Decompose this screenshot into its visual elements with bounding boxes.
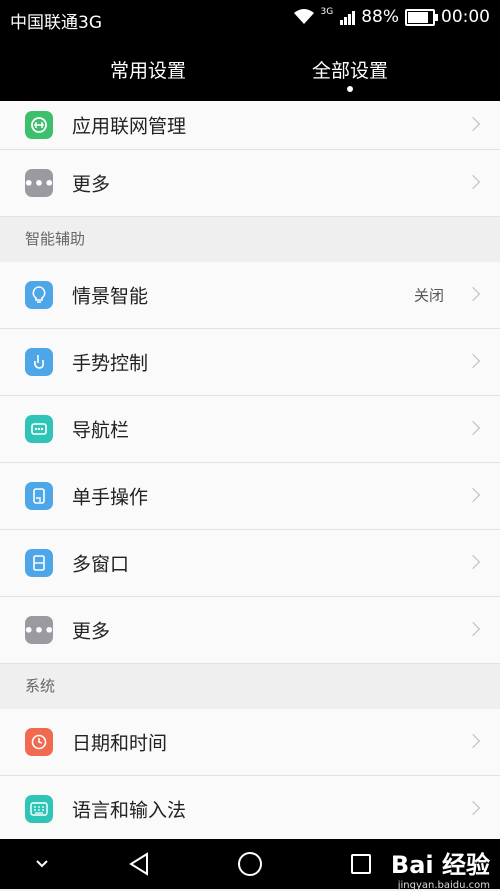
status-bar: 中国联通3G 3G 88% 00:00 <box>0 0 500 38</box>
more-icon: ••• <box>24 616 54 644</box>
list-item-label: 情景智能 <box>72 285 149 308</box>
signal-icon <box>340 11 356 25</box>
navigation-bar: Bai 经验 jingyan.baidu.com <box>0 839 500 891</box>
network-globe-icon <box>25 111 53 139</box>
list-item-label: 语言和输入法 <box>72 799 187 822</box>
baidu-watermark: Bai 经验 jingyan.baidu.com <box>391 845 490 891</box>
list-item-app-network[interactable]: 应用联网管理 <box>0 101 500 150</box>
one-hand-icon <box>25 482 53 510</box>
active-tab-indicator <box>347 86 353 92</box>
list-item-multi-window[interactable]: 多窗口 <box>0 530 500 597</box>
list-item-label: 更多 <box>72 620 111 643</box>
list-item-one-hand[interactable]: 单手操作 <box>0 463 500 530</box>
list-item-navigation-bar[interactable]: 导航栏 <box>0 396 500 463</box>
hide-navbar-button[interactable] <box>28 839 56 889</box>
list-item-gesture-control[interactable]: 手势控制 <box>0 329 500 396</box>
list-item-label: 导航栏 <box>72 419 130 442</box>
status-value: 关闭 <box>413 286 444 305</box>
network-type: 3G <box>320 7 334 17</box>
chevron-down-icon <box>36 860 48 868</box>
more-icon: ••• <box>24 169 54 197</box>
list-item-language-input[interactable]: 语言和输入法 <box>0 776 500 843</box>
wifi-icon <box>293 9 314 24</box>
chevron-right-icon <box>465 174 481 190</box>
list-item-label: 手势控制 <box>72 352 149 375</box>
list-item-label: 单手操作 <box>72 486 149 509</box>
chevron-right-icon <box>465 733 481 749</box>
settings-header: 常用设置 全部设置 <box>0 38 500 101</box>
clock-time: 00:00 <box>441 7 490 27</box>
tab-all-settings[interactable]: 全部设置 <box>312 56 388 83</box>
chevron-right-icon <box>465 286 481 302</box>
list-item-label: 多窗口 <box>72 553 130 576</box>
recents-square-icon <box>351 854 371 874</box>
battery-percent: 88% <box>361 7 399 27</box>
section-header-smart-assist: 智能辅助 <box>0 217 500 262</box>
list-item-scene-smart[interactable]: 情景智能 关闭 <box>0 262 500 329</box>
chevron-right-icon <box>465 420 481 436</box>
section-header-system: 系统 <box>0 664 500 709</box>
chevron-right-icon <box>465 487 481 503</box>
chevron-right-icon <box>465 116 481 132</box>
watermark-brand: Bai 经验 <box>390 851 490 879</box>
chevron-right-icon <box>465 800 481 816</box>
lightbulb-icon <box>25 281 53 309</box>
hand-gesture-icon <box>25 348 53 376</box>
battery-icon <box>405 8 438 26</box>
navigation-bar-icon <box>25 415 53 443</box>
back-triangle-icon <box>129 852 148 876</box>
list-item-label: 更多 <box>72 173 111 196</box>
chevron-right-icon <box>465 353 481 369</box>
recents-button[interactable] <box>346 839 376 889</box>
list-item-date-time[interactable]: 日期和时间 <box>0 709 500 776</box>
list-item-more[interactable]: ••• 更多 <box>0 150 500 217</box>
list-item-label: 应用联网管理 <box>72 115 187 138</box>
tab-common-settings[interactable]: 常用设置 <box>110 56 186 83</box>
home-button[interactable] <box>234 839 266 889</box>
list-item-label: 日期和时间 <box>72 732 168 755</box>
multi-window-icon <box>25 549 53 577</box>
settings-list: 应用联网管理 ••• 更多 智能辅助 情景智能 关闭 手势控制 导航栏 单手操作 <box>0 101 500 843</box>
list-item-more-assist[interactable]: ••• 更多 <box>0 597 500 664</box>
clock-icon <box>25 728 53 756</box>
back-button[interactable] <box>124 839 154 889</box>
keyboard-icon <box>25 795 53 823</box>
home-circle-icon <box>238 852 262 876</box>
watermark-url: jingyan.baidu.com <box>397 880 490 891</box>
carrier-label: 中国联通3G <box>10 13 102 33</box>
chevron-right-icon <box>465 621 481 637</box>
status-indicators: 3G 88% 00:00 <box>293 7 490 27</box>
chevron-right-icon <box>465 554 481 570</box>
